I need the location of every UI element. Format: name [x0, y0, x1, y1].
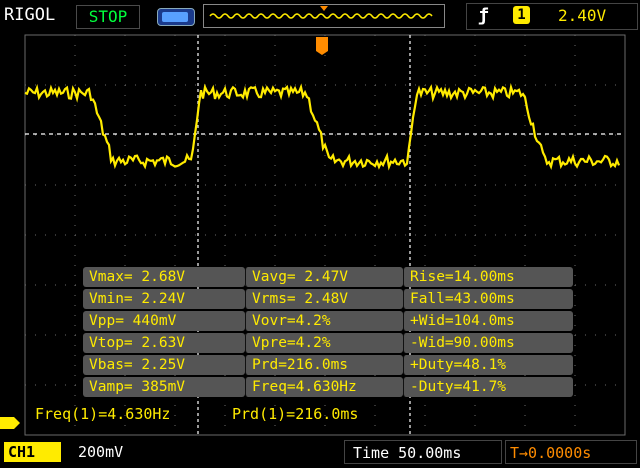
rising-edge-icon: ƒ [478, 5, 489, 26]
measurement-value: Freq=4.630Hz [245, 377, 403, 397]
channel1-trace [24, 82, 621, 171]
timebase-readout[interactable]: Time 50.00ms [344, 440, 502, 464]
measurement-value: Vbas= 2.25V [83, 355, 245, 375]
measurement-row: Vtop= 2.63V Vpre=4.2% -Wid=90.00ms [83, 333, 573, 353]
trigger-level-readout: 2.40V [558, 6, 607, 25]
measurement-value: +Wid=104.0ms [403, 311, 573, 331]
brand-logo: RIGOL [4, 5, 56, 25]
memory-trigger-marker-icon [320, 6, 328, 11]
measurement-value: -Duty=41.7% [403, 377, 573, 397]
trigger-position-marker-icon [316, 37, 328, 55]
frequency-counter: Freq(1)=4.630Hz [35, 405, 171, 423]
measurement-value: Prd=216.0ms [245, 355, 403, 375]
measurement-value: Vmax= 2.68V [83, 267, 245, 287]
period-counter: Prd(1)=216.0ms [232, 405, 359, 423]
memory-depth-strip[interactable] [203, 4, 445, 28]
measurement-row: Vamp= 385mV Freq=4.630Hz -Duty=41.7% [83, 377, 573, 397]
measurement-value: Rise=14.00ms [403, 267, 573, 287]
channel1-badge[interactable]: CH1 [4, 442, 61, 462]
measurement-value: Vamp= 385mV [83, 377, 245, 397]
run-stop-status[interactable]: STOP [76, 5, 140, 29]
measurement-value: Vpre=4.2% [245, 333, 403, 353]
trigger-offset-readout[interactable]: T→0.0000s [505, 440, 637, 464]
measurement-value: Fall=43.00ms [403, 289, 573, 309]
trigger-source-badge: 1 [513, 6, 530, 24]
measurement-value: Vpp= 440mV [83, 311, 245, 331]
measurement-value: Vavg= 2.47V [245, 267, 403, 287]
measurement-row: Vmax= 2.68V Vavg= 2.47V Rise=14.00ms [83, 267, 573, 287]
measurement-value: +Duty=48.1% [403, 355, 573, 375]
trigger-panel[interactable] [466, 3, 638, 30]
measurement-row: Vmin= 2.24V Vrms= 2.48V Fall=43.00ms [83, 289, 573, 309]
battery-icon [157, 8, 195, 26]
measurement-value: Vrms= 2.48V [245, 289, 403, 309]
measurement-table: Vmax= 2.68V Vavg= 2.47V Rise=14.00ms Vmin= … [83, 267, 573, 401]
measurement-row: Vbas= 2.25V Prd=216.0ms +Duty=48.1% [83, 355, 573, 375]
measurement-value: Vtop= 2.63V [83, 333, 245, 353]
memory-waveform-preview [209, 6, 433, 19]
top-status-bar: RIGOL STOP ƒ 1 2.40V [0, 0, 640, 32]
channel1-ground-marker-icon [0, 417, 20, 429]
measurement-value: Vovr=4.2% [245, 311, 403, 331]
volts-per-div-readout[interactable]: 200mV [78, 443, 123, 461]
measurement-value: -Wid=90.00ms [403, 333, 573, 353]
measurement-row: Vpp= 440mV Vovr=4.2% +Wid=104.0ms [83, 311, 573, 331]
measurement-value: Vmin= 2.24V [83, 289, 245, 309]
